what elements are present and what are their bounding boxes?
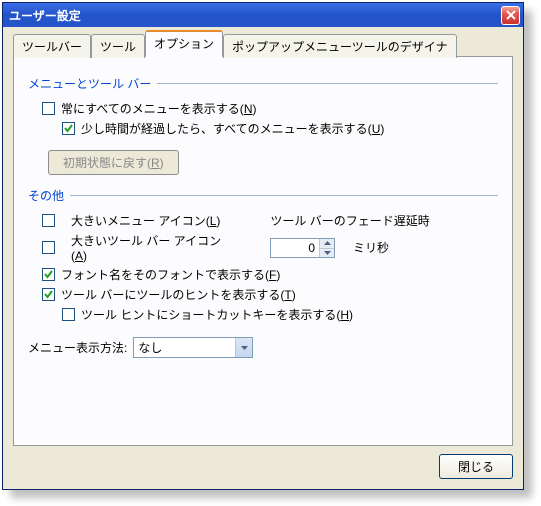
label-large-toolbar-icons: 大きいツール バー アイコン(A) [71, 232, 226, 263]
row-large-toolbar-icons: 大きいツール バー アイコン(A) ミリ秒 [28, 232, 498, 263]
tab-popup-designer[interactable]: ポップアップメニューツールのデザイナ [223, 34, 457, 58]
spin-down-button[interactable] [320, 248, 334, 257]
checkbox-large-toolbar-icons[interactable] [42, 241, 55, 254]
combo-dropdown-button[interactable] [235, 338, 252, 357]
chevron-down-icon [324, 251, 331, 255]
titlebar: ユーザー設定 [3, 3, 523, 27]
row-shortcut-in-hints: ツール ヒントにショートカットキーを表示する(H) [28, 306, 498, 323]
chevron-down-icon [241, 346, 248, 350]
label-shortcut-in-hints: ツール ヒントにショートカットキーを表示する(H) [81, 306, 353, 323]
tab-options[interactable]: オプション [145, 30, 223, 57]
label-font-in-font: フォント名をそのフォントで表示する(F) [61, 266, 280, 283]
window-title: ユーザー設定 [9, 7, 81, 24]
fade-delay-input[interactable] [271, 239, 319, 257]
checkbox-large-menu-icons[interactable] [42, 214, 55, 227]
reset-button[interactable]: 初期状態に戻す(R) [48, 150, 179, 175]
label-large-menu-icons: 大きいメニュー アイコン(L) [71, 212, 220, 229]
group-menu-toolbar-title: メニューとツール バー [28, 75, 498, 92]
label-menu-anim: メニュー表示方法: [28, 339, 127, 356]
chevron-up-icon [324, 241, 331, 245]
checkbox-always-show-full[interactable] [42, 102, 55, 115]
tabstrip: ツールバー ツール オプション ポップアップメニューツールのデザイナ [13, 35, 513, 57]
window-close-button[interactable] [501, 6, 520, 25]
row-font-in-font: フォント名をそのフォントで表示する(F) [28, 266, 498, 283]
tab-toolbar[interactable]: ツールバー [13, 34, 91, 58]
label-show-tool-hints: ツール バーにツールのヒントを表示する(T) [61, 286, 296, 303]
close-button[interactable]: 閉じる [439, 454, 513, 479]
client-area: ツールバー ツール オプション ポップアップメニューツールのデザイナ メニューと… [3, 27, 523, 489]
tabpanel-options: メニューとツール バー 常にすべてのメニューを表示する(N) 少し時間が経過した… [13, 56, 513, 446]
spin-up-button[interactable] [320, 239, 334, 248]
checkbox-show-tool-hints[interactable] [42, 288, 55, 301]
checkbox-font-in-font[interactable] [42, 268, 55, 281]
row-large-menu-icons: 大きいメニュー アイコン(L) ツール バーのフェード遅延時 [28, 212, 498, 229]
dialog-window: ユーザー設定 ツールバー ツール オプション ポップアップメニューツールのデザイ… [2, 2, 524, 490]
row-menu-anim: メニュー表示方法: なし [28, 337, 498, 358]
checkbox-shortcut-in-hints[interactable] [62, 308, 75, 321]
menu-anim-combo[interactable]: なし [133, 337, 253, 358]
bottom-bar: 閉じる [13, 454, 513, 479]
row-always-show-full: 常にすべてのメニューを表示する(N) [28, 100, 498, 117]
row-show-full-after-delay: 少し時間が経過したら、すべてのメニューを表示する(U) [28, 120, 498, 137]
label-always-show-full: 常にすべてのメニューを表示する(N) [61, 100, 256, 117]
checkbox-show-full-after-delay[interactable] [62, 122, 75, 135]
label-show-full-after-delay: 少し時間が経過したら、すべてのメニューを表示する(U) [81, 120, 384, 137]
group-other-title: その他 [28, 187, 498, 204]
label-fade-delay: ツール バーのフェード遅延時 [270, 212, 429, 229]
label-ms: ミリ秒 [353, 239, 389, 256]
menu-anim-value: なし [134, 339, 235, 356]
close-icon [506, 10, 516, 20]
tab-tool[interactable]: ツール [91, 34, 145, 58]
row-show-tool-hints: ツール バーにツールのヒントを表示する(T) [28, 286, 498, 303]
fade-delay-spinner[interactable] [270, 238, 335, 258]
